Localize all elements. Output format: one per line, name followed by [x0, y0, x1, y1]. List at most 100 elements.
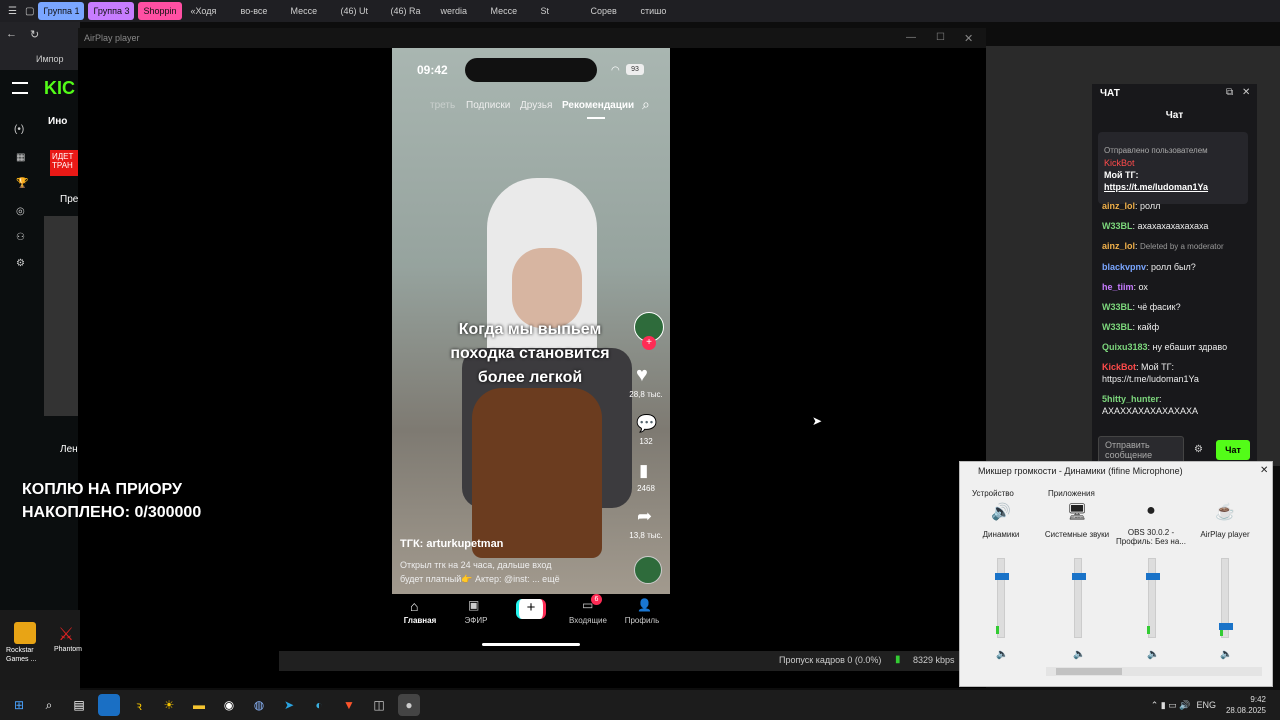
comment-icon[interactable]: 💬 — [636, 414, 657, 434]
browser-tab[interactable]: Мессе — [286, 2, 332, 20]
maximize-icon[interactable]: ☐ — [936, 32, 945, 43]
chrome-icon[interactable]: ◉ — [218, 694, 240, 716]
chat-username[interactable]: 5hitty_hunter — [1102, 394, 1159, 404]
edge-icon[interactable]: ◐ — [308, 694, 330, 716]
mixer-device-name[interactable]: Динамики — [966, 530, 1036, 539]
browser-tab[interactable]: Группа 3 — [88, 2, 135, 20]
follow-icon[interactable]: + — [642, 336, 656, 350]
nav-inbox[interactable]: Входящие — [566, 616, 610, 625]
search-icon[interactable]: ⌕ — [642, 96, 650, 113]
chat-input[interactable]: Отправить сообщение — [1098, 436, 1184, 464]
airplay-taskbar-icon[interactable]: ● — [398, 694, 420, 716]
browser-tab[interactable]: Shoppin — [138, 2, 182, 20]
create-button[interactable]: + — [516, 599, 546, 619]
clock[interactable]: 9:42 28.08.2025 — [1226, 694, 1266, 716]
chat-username[interactable]: ainz_lol — [1102, 241, 1135, 251]
app-icon[interactable]: ◫ — [368, 694, 390, 716]
home-icon[interactable]: ⌂ — [410, 598, 418, 614]
chat-username[interactable]: W33BL — [1102, 302, 1133, 312]
users-icon[interactable]: ⚇ — [16, 232, 25, 243]
slider-thumb[interactable] — [1072, 573, 1086, 580]
chat-username[interactable]: W33BL — [1102, 322, 1133, 332]
scrollbar-thumb[interactable] — [1056, 668, 1122, 675]
nav-live[interactable]: ЭФИР — [456, 616, 496, 625]
heart-icon[interactable]: ♥ — [636, 364, 648, 387]
chat-send-button[interactable]: Чат — [1216, 440, 1250, 460]
music-disc-icon[interactable] — [634, 556, 662, 584]
pinned-message[interactable]: Отправлено пользователем KickBot Мой ТГ:… — [1098, 132, 1248, 204]
chat-username[interactable]: he_tiim — [1102, 282, 1134, 292]
volume-slider[interactable] — [1219, 558, 1233, 638]
bookmark-icon[interactable]: ▮ — [639, 461, 648, 481]
kick-logo[interactable]: KIC — [44, 78, 75, 99]
slider-thumb[interactable] — [995, 573, 1009, 580]
task-view-icon[interactable]: ▤ — [68, 694, 90, 716]
brave-icon[interactable]: ▼ — [338, 694, 360, 716]
browser-menu-icon[interactable]: ☰ — [8, 6, 17, 17]
app-icon[interactable]: ☀ — [158, 694, 180, 716]
feed-tab[interactable]: Друзья — [520, 100, 552, 111]
app-icon[interactable] — [98, 694, 120, 716]
discord-icon[interactable]: ◍ — [248, 694, 270, 716]
feed-tab[interactable]: Подписки — [466, 100, 510, 111]
volume-slider[interactable] — [1072, 558, 1086, 638]
feed-tab[interactable]: треть — [430, 100, 455, 111]
live-icon[interactable]: (•) — [14, 124, 24, 135]
browser-tab[interactable]: во-все — [236, 2, 282, 20]
trophy-icon[interactable]: 🏆 — [16, 178, 28, 189]
nav-home[interactable]: Главная — [400, 616, 440, 625]
settings-icon[interactable]: ⚙ — [1194, 444, 1203, 455]
chat-username[interactable]: KickBot — [1102, 362, 1136, 372]
horizontal-scrollbar[interactable] — [1046, 667, 1262, 676]
profile-icon[interactable]: 👤 — [637, 598, 652, 612]
reload-icon[interactable]: ↻ — [30, 28, 39, 41]
chat-username[interactable]: W33BL — [1102, 221, 1133, 231]
app-icon[interactable]: ꝛ — [128, 694, 150, 716]
tab-actions-icon[interactable]: ▢ — [25, 6, 34, 17]
bookmark-import[interactable]: Импор — [0, 48, 80, 70]
mute-icon[interactable]: 🔈 — [996, 649, 1008, 660]
menu-icon[interactable] — [12, 82, 28, 94]
browser-tab[interactable]: Группа 1 — [38, 2, 85, 20]
mute-icon[interactable]: 🔈 — [1073, 649, 1085, 660]
browser-tab[interactable]: «Ходя — [186, 2, 232, 20]
desktop-icon-label[interactable]: Phantom — [54, 646, 82, 653]
browser-tab[interactable]: стишо — [636, 2, 682, 20]
browser-tab[interactable]: werdia — [436, 2, 482, 20]
chat-username[interactable]: blackvpnv — [1102, 262, 1146, 272]
browser-tab[interactable]: St — [536, 2, 582, 20]
slider-thumb[interactable] — [1219, 623, 1233, 630]
feed-tab-active[interactable]: Рекомендации — [562, 100, 634, 111]
close-icon[interactable]: ✕ — [1242, 87, 1250, 98]
rockstar-icon[interactable] — [14, 622, 36, 644]
gear-icon[interactable]: ⚙ — [16, 258, 25, 269]
chat-username[interactable]: ainz_lol — [1102, 201, 1135, 211]
popout-icon[interactable]: ⧉ — [1226, 87, 1233, 98]
browser-tab[interactable]: Мессе — [486, 2, 532, 20]
browse-icon[interactable]: ▦ — [16, 152, 25, 163]
search-icon[interactable]: ⌕ — [38, 694, 60, 716]
keyboard-language[interactable]: ENG — [1196, 700, 1216, 710]
browser-tab[interactable]: (46) Ut — [336, 2, 382, 20]
slider-thumb[interactable] — [1146, 573, 1160, 580]
mute-icon[interactable]: 🔈 — [1147, 649, 1159, 660]
mute-icon[interactable]: 🔈 — [1220, 649, 1232, 660]
browser-tab[interactable]: (46) Ra — [386, 2, 432, 20]
live-badge[interactable]: ИДЕТ ТРАН — [50, 150, 80, 176]
minimize-icon[interactable]: — — [906, 32, 916, 43]
desktop-icon-label[interactable]: Rockstar Games ... — [6, 646, 46, 664]
video-description[interactable]: будет платный👉 Актер: @inst: ... ещё — [400, 574, 560, 585]
live-tv-icon[interactable]: ▣ — [468, 598, 479, 612]
stream-thumbnail[interactable] — [44, 216, 80, 416]
folder-icon[interactable]: ▬ — [188, 694, 210, 716]
tray-icons[interactable]: ⌃ ▮ ▭ 🔊 — [1151, 700, 1191, 711]
pinned-link[interactable]: https://t.me/ludoman1Ya — [1104, 182, 1242, 192]
close-icon[interactable]: ✕ — [1260, 465, 1268, 476]
telegram-icon[interactable]: ➤ — [278, 694, 300, 716]
nav-profile[interactable]: Профиль — [622, 616, 662, 625]
video-author[interactable]: ТГК: arturkupetman — [400, 538, 503, 550]
chat-username[interactable]: Quixu3183 — [1102, 342, 1148, 352]
target-icon[interactable]: ◎ — [16, 206, 25, 217]
close-icon[interactable]: ✕ — [964, 32, 973, 45]
phantom-icon[interactable]: ⚔ — [58, 624, 74, 645]
